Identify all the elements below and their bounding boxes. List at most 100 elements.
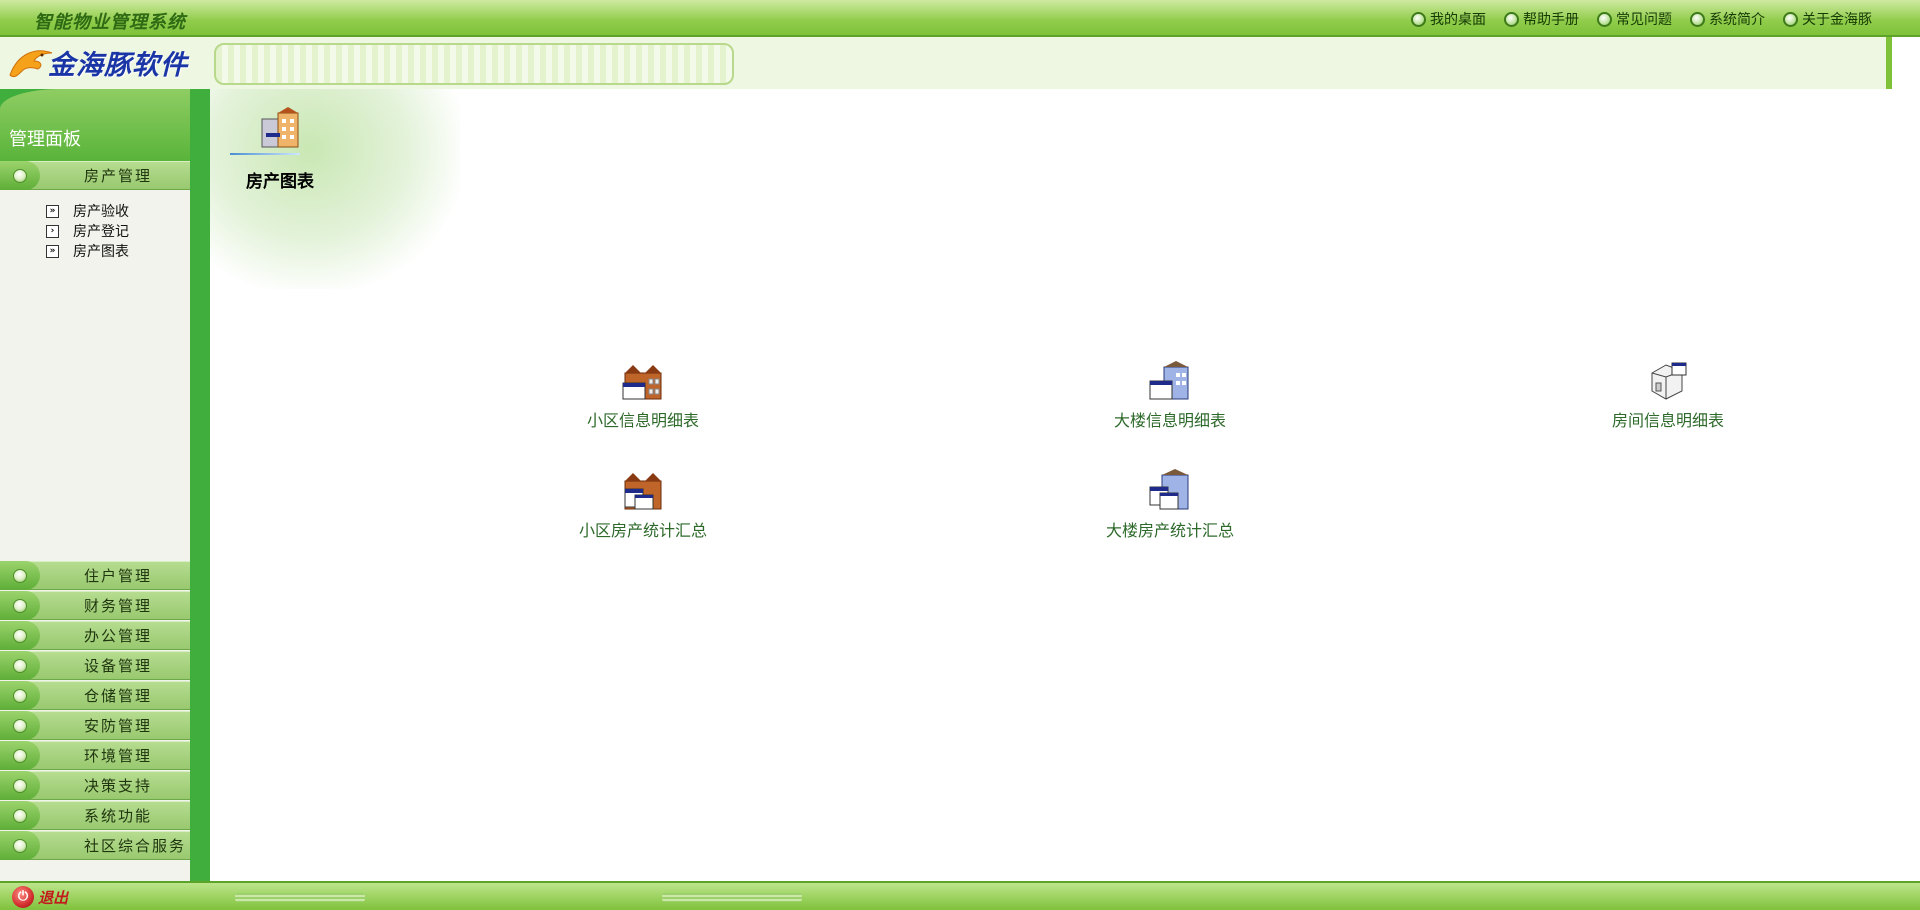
- page-header: 房产图表: [230, 107, 330, 192]
- header: 金海豚软件: [0, 37, 1890, 89]
- community-stats-icon: [624, 473, 662, 510]
- header-edge: [1886, 37, 1892, 89]
- group-office-management[interactable]: 办公管理: [0, 621, 190, 650]
- group-property-management[interactable]: 房产管理: [0, 161, 190, 190]
- nav-system-intro[interactable]: 系统简介: [1690, 9, 1765, 29]
- bottom-decoration: [235, 893, 365, 902]
- logo: 金海豚软件: [8, 43, 188, 82]
- sub-item-property-charts[interactable]: » 房产图表: [46, 241, 129, 261]
- group-label: 社区综合服务: [84, 837, 187, 855]
- dot-icon: [13, 808, 27, 823]
- arrow-icon: ›: [46, 224, 59, 238]
- group-bullet: [0, 801, 40, 830]
- group-decision-support[interactable]: 决策支持: [0, 771, 190, 800]
- dot-icon: [13, 568, 27, 583]
- nav-about[interactable]: 关于金海豚: [1783, 9, 1872, 29]
- ring-icon: [1690, 11, 1705, 27]
- sub-item-property-registration[interactable]: › 房产登记: [46, 221, 129, 241]
- report-room-details[interactable]: 房间信息明细表: [1568, 359, 1768, 431]
- dot-icon: [13, 598, 27, 613]
- dot-icon: [13, 168, 27, 183]
- top-nav: 我的桌面 帮助手册 常见问题 系统简介 关于金海豚: [1411, 9, 1872, 29]
- ring-icon: [1783, 11, 1798, 27]
- group-security-management[interactable]: 安防管理: [0, 711, 190, 740]
- report-label: 小区信息明细表: [586, 411, 699, 430]
- bottom-bar: ⏻ 退出: [0, 881, 1920, 910]
- tower-stats-icon: [1149, 469, 1189, 510]
- nav-label: 常见问题: [1616, 12, 1672, 28]
- report-building-property-stats[interactable]: 大楼房产统计汇总: [1070, 469, 1270, 541]
- system-title: 智能物业管理系统: [34, 12, 186, 33]
- logo-text: 金海豚软件: [48, 50, 188, 81]
- nav-label: 帮助手册: [1523, 12, 1579, 28]
- dot-icon: [13, 718, 27, 733]
- dot-icon: [13, 838, 27, 853]
- property-chart-icon: [261, 107, 299, 148]
- exit-label: 退出: [38, 888, 69, 907]
- group-bullet: [0, 591, 40, 620]
- group-label: 设备管理: [84, 657, 153, 675]
- group-bullet: [0, 161, 40, 190]
- page-title: 房产图表: [246, 172, 314, 192]
- group-finance-management[interactable]: 财务管理: [0, 591, 190, 620]
- sub-item-label: 房产图表: [73, 244, 129, 260]
- nav-label: 我的桌面: [1430, 12, 1486, 28]
- group-equipment-management[interactable]: 设备管理: [0, 651, 190, 680]
- group-resident-management[interactable]: 住户管理: [0, 561, 190, 590]
- report-community-details[interactable]: 小区信息明细表: [543, 359, 743, 431]
- report-label: 房间信息明细表: [1611, 411, 1724, 430]
- double-arrow-icon: »: [46, 244, 59, 258]
- group-system-functions[interactable]: 系统功能: [0, 801, 190, 830]
- dot-icon: [13, 748, 27, 763]
- ring-icon: [1411, 11, 1426, 27]
- report-community-property-stats[interactable]: 小区房产统计汇总: [543, 469, 743, 541]
- nav-label: 关于金海豚: [1802, 12, 1872, 28]
- sub-item-label: 房产登记: [73, 224, 129, 240]
- group-label: 仓储管理: [84, 687, 153, 705]
- dot-icon: [13, 778, 27, 793]
- panel-title: 管理面板: [9, 129, 81, 150]
- report-label: 大楼房产统计汇总: [1105, 521, 1234, 540]
- dot-icon: [13, 658, 27, 673]
- double-arrow-icon: »: [46, 204, 59, 218]
- group-label: 房产管理: [84, 167, 153, 185]
- sub-item-property-acceptance[interactable]: » 房产验收: [46, 201, 129, 221]
- group-bullet: [0, 771, 40, 800]
- submenu: » 房产验收 › 房产登记 » 房产图表: [46, 201, 129, 261]
- group-label: 办公管理: [84, 627, 153, 645]
- dot-icon: [13, 628, 27, 643]
- group-label: 住户管理: [84, 567, 153, 585]
- sidebar: 管理面板 房产管理 » 房产验收 › 房产登记 » 房产图表 住户管理 财务管理…: [0, 89, 210, 881]
- group-bullet: [0, 741, 40, 770]
- nav-faq[interactable]: 常见问题: [1597, 9, 1672, 29]
- nav-my-desktop[interactable]: 我的桌面: [1411, 9, 1486, 29]
- power-icon: ⏻: [12, 886, 34, 908]
- report-label: 小区房产统计汇总: [578, 521, 707, 540]
- group-environment-management[interactable]: 环境管理: [0, 741, 190, 770]
- group-community-services[interactable]: 社区综合服务: [0, 831, 190, 860]
- banner-strip: [214, 43, 734, 85]
- report-building-details[interactable]: 大楼信息明细表: [1070, 359, 1270, 431]
- nav-help-manual[interactable]: 帮助手册: [1504, 9, 1579, 29]
- ring-icon: [1504, 11, 1519, 27]
- bottom-decoration: [662, 893, 802, 902]
- exit-button[interactable]: ⏻ 退出: [12, 886, 68, 908]
- room-cube-icon: [1651, 362, 1687, 400]
- sub-item-label: 房产验收: [73, 204, 129, 220]
- nav-label: 系统简介: [1709, 12, 1765, 28]
- group-label: 决策支持: [84, 777, 153, 795]
- group-bullet: [0, 561, 40, 590]
- group-label: 环境管理: [84, 747, 153, 765]
- group-bullet: [0, 681, 40, 710]
- group-label: 安防管理: [84, 717, 153, 735]
- main-content: 房产图表 小区信息明细表 大楼信息明细表 房间信息明细表 小区房产统计汇总 大楼…: [210, 89, 1890, 881]
- group-bullet: [0, 831, 40, 860]
- group-bullet: [0, 651, 40, 680]
- group-label: 系统功能: [84, 807, 153, 825]
- community-building-icon: [622, 365, 662, 400]
- group-bullet: [0, 711, 40, 740]
- group-warehouse-management[interactable]: 仓储管理: [0, 681, 190, 710]
- group-label: 财务管理: [84, 597, 153, 615]
- top-title-bar: 智能物业管理系统 我的桌面 帮助手册 常见问题 系统简介 关于金海豚: [0, 0, 1920, 37]
- report-label: 大楼信息明细表: [1113, 411, 1226, 430]
